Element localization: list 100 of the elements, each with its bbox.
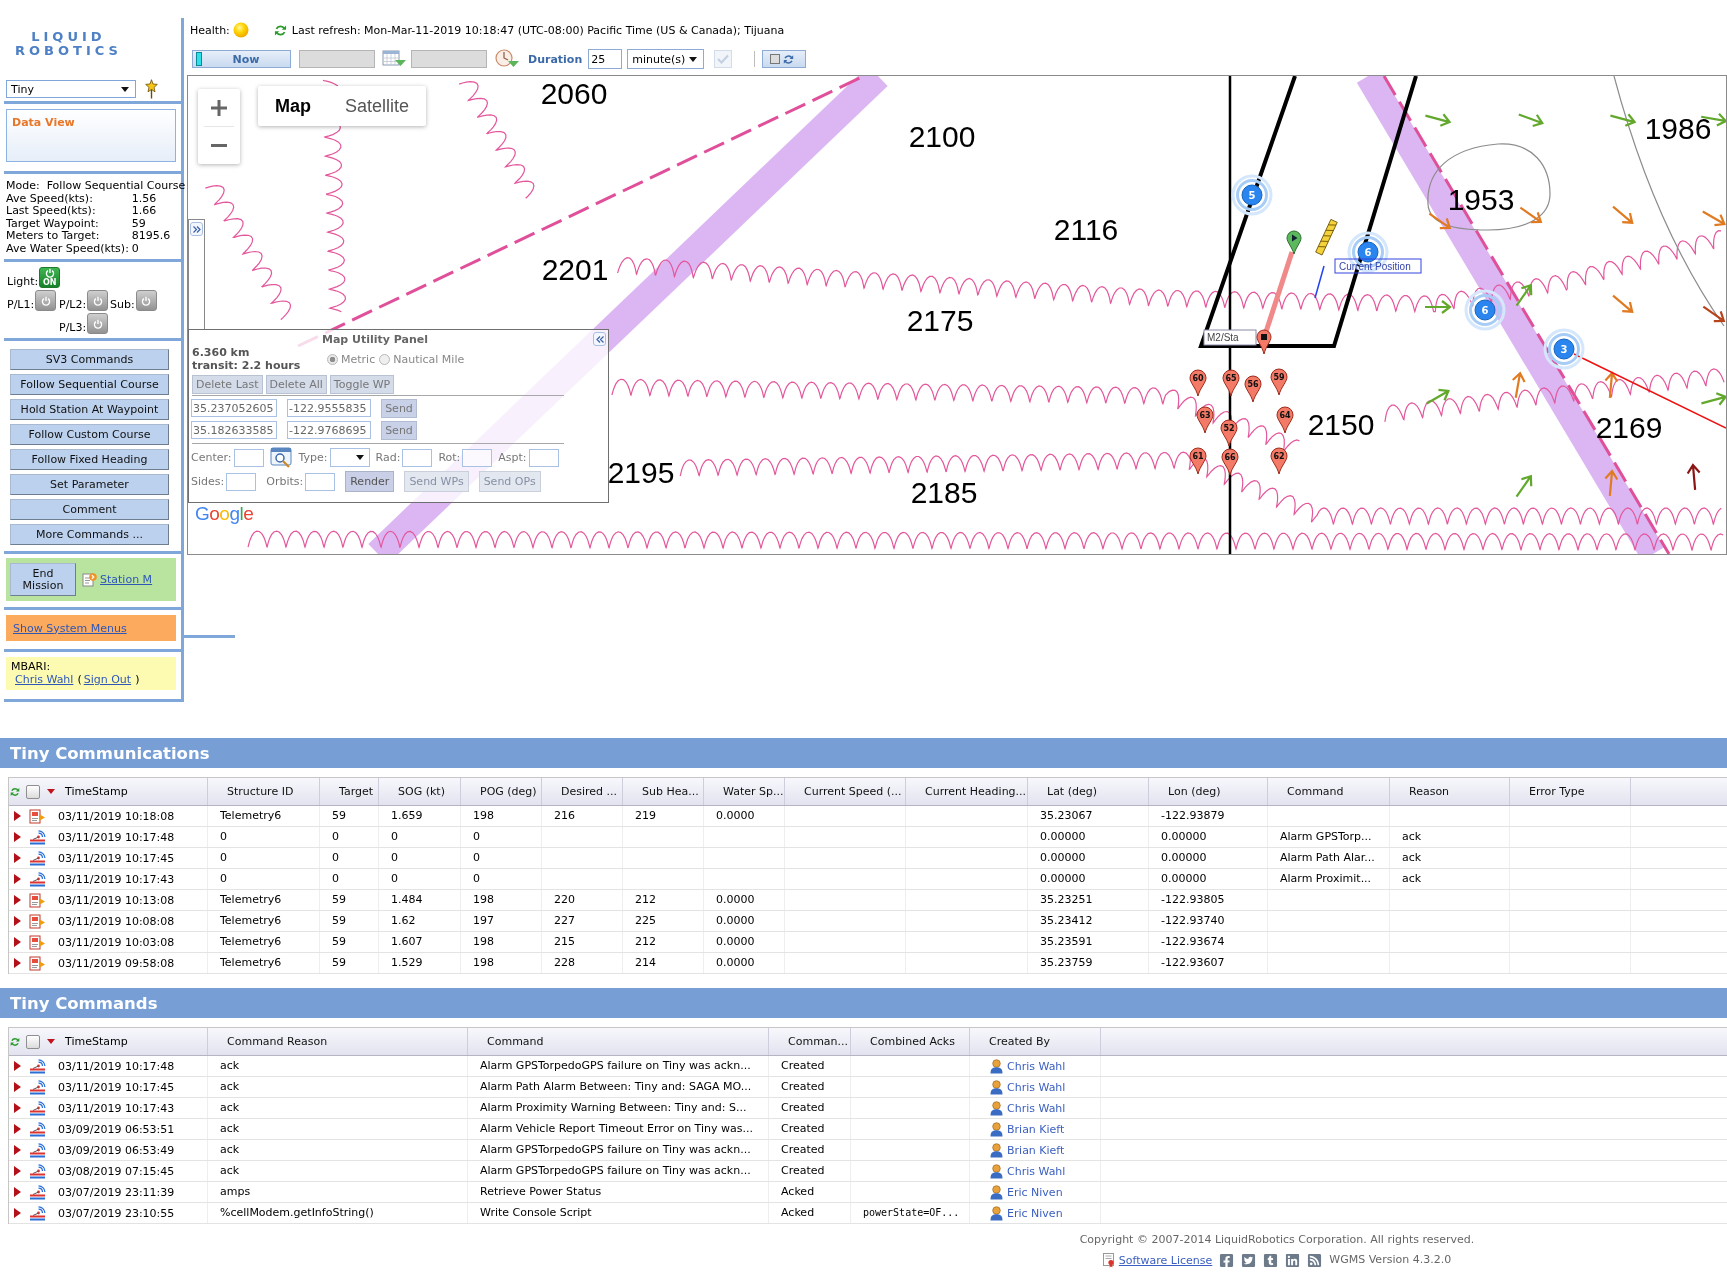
select-all-checkbox[interactable] (26, 1034, 40, 1049)
map-type-tab[interactable]: Satellite (328, 86, 427, 126)
column-header[interactable]: Command (1268, 778, 1390, 805)
user-link[interactable]: Eric Niven (1007, 1206, 1063, 1220)
date-field[interactable] (299, 50, 375, 68)
expand-arrow-icon[interactable] (14, 958, 21, 968)
user-link[interactable]: Brian Kieft (1007, 1143, 1065, 1157)
vehicle-select[interactable]: Tiny (6, 80, 136, 98)
input-field[interactable] (462, 448, 493, 467)
command-button[interactable]: Follow Custom Course (10, 424, 169, 445)
latitude-field[interactable]: 35.237052605 (191, 399, 277, 417)
latitude-field[interactable]: 35.182633585 (191, 421, 277, 439)
star-pin-icon[interactable] (145, 79, 158, 99)
expand-arrow-icon[interactable] (14, 1166, 21, 1176)
column-header[interactable]: POG (deg) (461, 778, 542, 805)
expand-arrow-icon[interactable] (14, 832, 21, 842)
refresh-icon[interactable] (783, 53, 795, 65)
command-button[interactable]: Hold Station At Waypoint (10, 399, 169, 420)
expand-arrow-icon[interactable] (14, 1187, 21, 1197)
user-link[interactable]: Chris Wahl (1007, 1059, 1066, 1073)
column-header[interactable]: TimeStamp (65, 785, 128, 798)
sort-arrow-icon[interactable] (47, 789, 55, 794)
input-field[interactable] (528, 448, 559, 467)
column-header[interactable]: SOG (kt) (379, 778, 461, 805)
command-button[interactable]: SV3 Commands (10, 349, 169, 370)
user-link[interactable]: Eric Niven (1007, 1185, 1063, 1199)
license-link[interactable]: Software License (1118, 1253, 1213, 1267)
expand-button[interactable] (190, 222, 203, 236)
column-header[interactable]: Reason (1390, 778, 1510, 805)
command-button[interactable]: Follow Sequential Course (10, 374, 169, 395)
input-field[interactable] (233, 448, 264, 467)
select-all-checkbox[interactable] (26, 784, 40, 799)
column-header[interactable]: Desired ... (542, 778, 623, 805)
type-select[interactable] (329, 448, 370, 467)
column-header[interactable]: Combined Acks (851, 1028, 970, 1055)
longitude-field[interactable]: -122.9555835 (287, 399, 371, 417)
sign-out-link[interactable]: Sign Out (83, 673, 132, 686)
magnifier-icon[interactable] (269, 447, 293, 468)
user-link[interactable]: Chris Wahl (1007, 1101, 1066, 1115)
expand-arrow-icon[interactable] (14, 811, 21, 821)
column-header[interactable]: Created By (970, 1028, 1101, 1055)
clock-icon[interactable] (495, 48, 520, 70)
longitude-field[interactable]: -122.9768695 (287, 421, 371, 439)
tumblr-icon[interactable] (1263, 1252, 1279, 1268)
twitter-icon[interactable] (1241, 1252, 1257, 1268)
command-button[interactable]: Comment (10, 499, 169, 520)
user-link[interactable]: Chris Wahl (1007, 1080, 1066, 1094)
linkedin-icon[interactable] (1285, 1252, 1301, 1268)
mission-link[interactable]: Station M (100, 573, 153, 586)
end-mission-button[interactable]: End Mission (10, 563, 76, 596)
system-menus-link[interactable]: Show System Menus (13, 621, 127, 635)
unit-radio[interactable]: Metric (327, 353, 376, 366)
expand-arrow-icon[interactable] (14, 1124, 21, 1134)
column-header[interactable]: Lon (deg) (1149, 778, 1268, 805)
expand-arrow-icon[interactable] (14, 853, 21, 863)
expand-arrow-icon[interactable] (14, 1103, 21, 1113)
refresh-icon[interactable] (10, 786, 20, 797)
expand-arrow-icon[interactable] (14, 874, 21, 884)
column-header[interactable]: Command (468, 1028, 769, 1055)
date-field[interactable] (411, 50, 487, 68)
command-button[interactable]: Follow Fixed Heading (10, 449, 169, 470)
command-button[interactable]: Set Parameter (10, 474, 169, 495)
now-button[interactable]: Now (192, 50, 291, 68)
map-type-tab[interactable]: Map (258, 86, 328, 126)
input-field[interactable] (226, 472, 257, 491)
column-header[interactable]: Error Type (1510, 778, 1631, 805)
column-header[interactable]: Current Speed (... (785, 778, 906, 805)
sync-button[interactable] (762, 50, 807, 68)
user-link[interactable]: Brian Kieft (1007, 1122, 1065, 1136)
expand-arrow-icon[interactable] (14, 1061, 21, 1071)
unit-select[interactable]: minute(s) (627, 49, 705, 69)
rss-icon[interactable] (1307, 1252, 1323, 1268)
duration-field[interactable]: 25 (588, 49, 623, 69)
user-link[interactable]: Chris Wahl (1007, 1164, 1066, 1178)
user-link[interactable]: Chris Wahl (15, 673, 74, 686)
facebook-icon[interactable] (1219, 1252, 1235, 1268)
command-button[interactable]: More Commands ... (10, 524, 169, 545)
column-header[interactable]: Sub Hea... (623, 778, 704, 805)
refresh-icon[interactable] (273, 23, 287, 37)
column-header[interactable]: Structure ID (208, 778, 320, 805)
column-header[interactable]: Lat (deg) (1028, 778, 1149, 805)
column-header[interactable]: Target (320, 778, 379, 805)
collapse-button[interactable] (593, 332, 606, 346)
sort-arrow-icon[interactable] (47, 1039, 55, 1044)
expand-arrow-icon[interactable] (14, 1145, 21, 1155)
column-header[interactable]: Command Reason (208, 1028, 468, 1055)
column-header[interactable]: Water Sp... (704, 778, 785, 805)
column-header[interactable]: Current Heading... (906, 778, 1028, 805)
calendar-icon[interactable] (382, 49, 407, 69)
unit-radio[interactable]: Nautical Mile (379, 353, 465, 366)
expand-arrow-icon[interactable] (14, 1082, 21, 1092)
input-field[interactable] (305, 472, 336, 491)
power-toggle[interactable] (87, 290, 109, 311)
power-toggle[interactable]: ON (39, 267, 61, 288)
expand-arrow-icon[interactable] (14, 1208, 21, 1218)
expand-arrow-icon[interactable] (14, 937, 21, 947)
refresh-icon[interactable] (10, 1036, 20, 1047)
power-toggle[interactable] (87, 313, 109, 334)
panel-button[interactable]: Render (345, 471, 395, 492)
column-header[interactable]: Comman... (769, 1028, 851, 1055)
